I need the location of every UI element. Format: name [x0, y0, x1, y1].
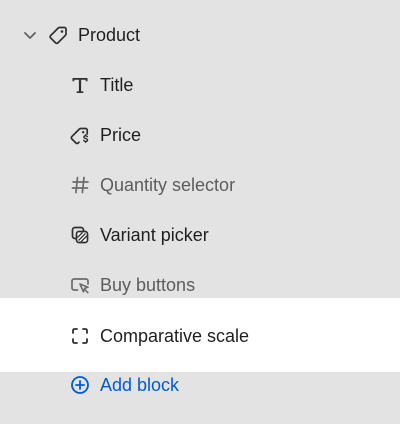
dashed-square-icon: [69, 325, 91, 347]
block-label: Comparative scale: [100, 326, 250, 346]
hash-icon: [69, 174, 91, 196]
block-tree: Product Title Price Quantity selector Va…: [0, 0, 400, 424]
price-tag-icon: [69, 124, 91, 146]
cursor-button-icon: [69, 274, 91, 296]
block-item-variant-picker[interactable]: Variant picker: [0, 210, 400, 260]
plus-circle-icon: [69, 374, 91, 396]
block-item-quantity-selector[interactable]: Quantity selector: [0, 160, 400, 210]
block-item-title[interactable]: Title: [0, 60, 400, 110]
block-label: Price: [100, 125, 142, 145]
block-item-price[interactable]: Price: [0, 110, 400, 160]
block-label: Title: [100, 75, 134, 95]
section-label: Product: [78, 25, 141, 45]
block-label: Quantity selector: [100, 175, 236, 195]
add-block-label: Add block: [100, 375, 180, 395]
chevron-down-icon[interactable]: [20, 25, 40, 45]
text-t-icon: [69, 74, 91, 96]
block-label: Buy buttons: [100, 275, 196, 295]
tag-icon: [47, 24, 69, 46]
section-product[interactable]: Product: [0, 10, 400, 60]
variant-squares-icon: [69, 224, 91, 246]
block-label: Variant picker: [100, 225, 209, 245]
add-block-button[interactable]: Add block: [0, 360, 400, 410]
